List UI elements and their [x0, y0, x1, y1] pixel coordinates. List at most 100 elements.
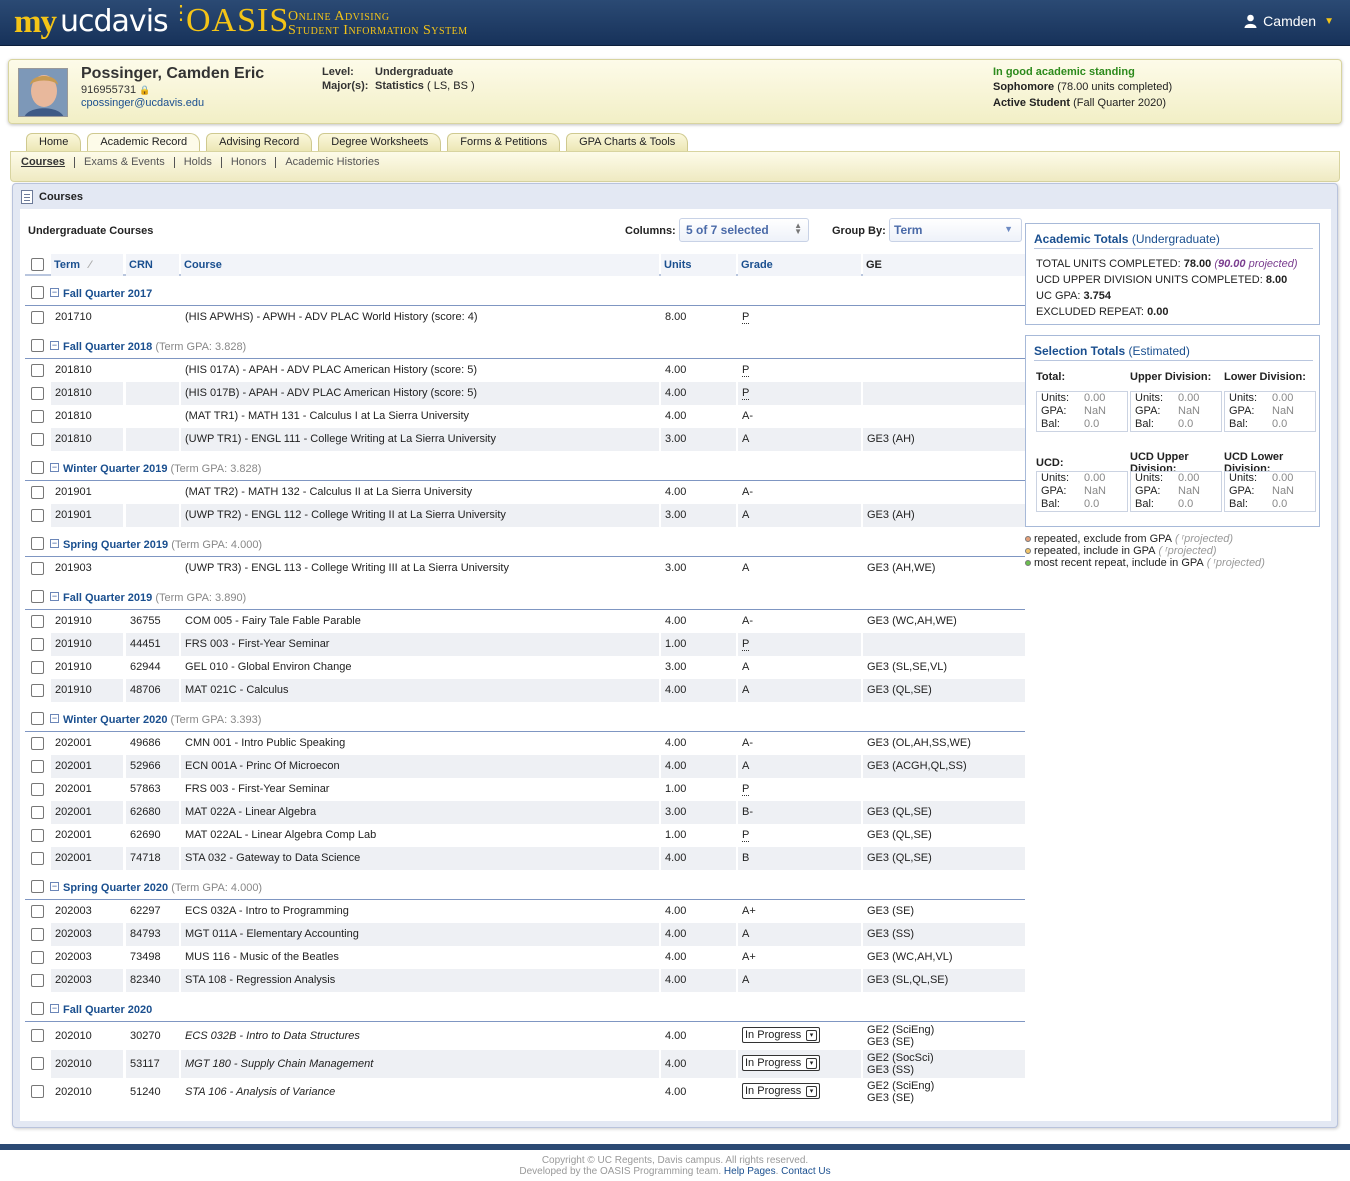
grade-select[interactable]: In Progress ▾ [742, 1055, 820, 1071]
chevron-down-icon[interactable]: ▼ [1324, 16, 1334, 27]
grade-select[interactable]: In Progress ▾ [742, 1027, 820, 1043]
row-checkbox[interactable] [31, 1085, 44, 1098]
header-course[interactable]: Course [181, 254, 659, 276]
term-group-name[interactable]: Fall Quarter 2018 (Term GPA: 3.828) [63, 341, 246, 353]
table-row[interactable]: 201710 (HIS APWHS) - APWH - ADV PLAC Worl… [25, 306, 1025, 329]
row-checkbox[interactable] [31, 1057, 44, 1070]
term-group-name[interactable]: Fall Quarter 2019 (Term GPA: 3.890) [63, 592, 246, 604]
row-checkbox[interactable] [31, 806, 44, 819]
collapse-icon[interactable]: − [50, 288, 59, 297]
group-checkbox[interactable] [31, 461, 44, 474]
header-grade[interactable]: Grade [738, 254, 861, 276]
collapse-icon[interactable]: − [50, 882, 59, 891]
row-checkbox[interactable] [31, 486, 44, 499]
tab-advising-record[interactable]: Advising Record [206, 133, 313, 151]
header-crn[interactable]: CRN [126, 254, 179, 276]
table-row[interactable]: 202010 51240 STA 106 - Analysis of Varianc… [25, 1078, 1025, 1106]
table-row[interactable]: 202010 53117 MGT 180 - Supply Chain Manage… [25, 1050, 1025, 1078]
row-checkbox[interactable] [31, 684, 44, 697]
table-row[interactable]: 202001 74718 STA 032 - Gateway to Data Sci… [25, 847, 1025, 870]
term-group-name[interactable]: Spring Quarter 2020 (Term GPA: 4.000) [63, 882, 262, 894]
table-row[interactable]: 202010 30270 ECS 032B - Intro to Data Stru… [25, 1022, 1025, 1050]
group-checkbox[interactable] [31, 880, 44, 893]
term-group-name[interactable]: Fall Quarter 2020 [63, 1004, 152, 1016]
contact-us-link[interactable]: Contact Us [781, 1166, 830, 1177]
subnav-holds[interactable]: Holds [173, 157, 221, 168]
user-name[interactable]: Camden [1263, 13, 1316, 29]
group-by-select[interactable]: Term ▼ [889, 218, 1022, 242]
table-row[interactable]: 202003 82340 STA 108 - Regression Analysis… [25, 969, 1025, 992]
collapse-icon[interactable]: − [50, 463, 59, 472]
row-checkbox[interactable] [31, 311, 44, 324]
subnav-academic-histories[interactable]: Academic Histories [275, 157, 388, 168]
row-checkbox[interactable] [31, 852, 44, 865]
collapse-icon[interactable]: − [50, 714, 59, 723]
row-checkbox[interactable] [31, 509, 44, 522]
term-name[interactable]: Spring Quarter 2020 [63, 882, 168, 894]
group-checkbox[interactable] [31, 712, 44, 725]
table-row[interactable]: 201901 (UWP TR2) - ENGL 112 - College Wri… [25, 504, 1025, 527]
lock-icon[interactable]: 🔒 [139, 85, 150, 95]
term-group-name[interactable]: Spring Quarter 2019 (Term GPA: 4.000) [63, 539, 262, 551]
table-row[interactable]: 201810 (HIS 017A) - APAH - ADV PLAC Ameri… [25, 359, 1025, 382]
table-row[interactable]: 201810 (MAT TR1) - MATH 131 - Calculus I … [25, 405, 1025, 428]
term-name[interactable]: Spring Quarter 2019 [63, 539, 168, 551]
select-all-checkbox[interactable] [31, 258, 44, 271]
term-group-name[interactable]: Fall Quarter 2017 [63, 288, 152, 300]
table-row[interactable]: 201910 44451 FRS 003 - First-Year Seminar 1… [25, 633, 1025, 656]
term-name[interactable]: Fall Quarter 2018 [63, 341, 152, 353]
tab-academic-record[interactable]: Academic Record [87, 133, 201, 151]
group-checkbox[interactable] [31, 590, 44, 603]
table-row[interactable]: 202003 62297 ECS 032A - Intro to Programmi… [25, 900, 1025, 923]
term-name[interactable]: Winter Quarter 2019 [63, 463, 167, 475]
row-checkbox[interactable] [31, 638, 44, 651]
user-menu[interactable]: Camden ▼ [1244, 13, 1334, 29]
row-checkbox[interactable] [31, 760, 44, 773]
collapse-icon[interactable]: − [50, 341, 59, 350]
table-row[interactable]: 202003 84793 MGT 011A - Elementary Account… [25, 923, 1025, 946]
table-row[interactable]: 201903 (UWP TR3) - ENGL 113 - College Wri… [25, 557, 1025, 580]
row-checkbox[interactable] [31, 951, 44, 964]
row-checkbox[interactable] [31, 615, 44, 628]
term-group-name[interactable]: Winter Quarter 2019 (Term GPA: 3.828) [63, 463, 261, 475]
subnav-courses[interactable]: Courses [21, 157, 74, 168]
group-checkbox[interactable] [31, 1002, 44, 1015]
table-row[interactable]: 201910 36755 COM 005 - Fairy Tale Fable Pa… [25, 610, 1025, 633]
table-row[interactable]: 201810 (UWP TR1) - ENGL 111 - College Wri… [25, 428, 1025, 451]
table-row[interactable]: 202001 62680 MAT 022A - Linear Algebra 3.00… [25, 801, 1025, 824]
row-checkbox[interactable] [31, 737, 44, 750]
tab-forms-petitions[interactable]: Forms & Petitions [447, 133, 561, 151]
table-row[interactable]: 202001 62690 MAT 022AL - Linear Algebra Co… [25, 824, 1025, 847]
collapse-icon[interactable]: − [50, 1004, 59, 1013]
tab-degree-worksheets[interactable]: Degree Worksheets [318, 133, 442, 151]
term-name[interactable]: Fall Quarter 2020 [63, 1004, 152, 1016]
subnav-honors[interactable]: Honors [220, 157, 275, 168]
row-checkbox[interactable] [31, 562, 44, 575]
term-group-name[interactable]: Winter Quarter 2020 (Term GPA: 3.393) [63, 714, 261, 726]
table-row[interactable]: 201910 62944 GEL 010 - Global Environ Chan… [25, 656, 1025, 679]
row-checkbox[interactable] [31, 1029, 44, 1042]
term-name[interactable]: Winter Quarter 2020 [63, 714, 167, 726]
student-email-link[interactable]: cpossinger@ucdavis.edu [81, 97, 204, 109]
row-checkbox[interactable] [31, 364, 44, 377]
collapse-icon[interactable]: − [50, 539, 59, 548]
tab-gpa-charts-tools[interactable]: GPA Charts & Tools [566, 133, 689, 151]
row-checkbox[interactable] [31, 661, 44, 674]
group-checkbox[interactable] [31, 339, 44, 352]
table-row[interactable]: 201901 (MAT TR2) - MATH 132 - Calculus II… [25, 481, 1025, 504]
table-row[interactable]: 201910 48706 MAT 021C - Calculus 4.00 A GE3 (… [25, 679, 1025, 702]
row-checkbox[interactable] [31, 433, 44, 446]
row-checkbox[interactable] [31, 410, 44, 423]
tab-home[interactable]: Home [26, 133, 82, 151]
group-checkbox[interactable] [31, 286, 44, 299]
table-row[interactable]: 202001 49686 CMN 001 - Intro Public Speaki… [25, 732, 1025, 755]
term-name[interactable]: Fall Quarter 2017 [63, 288, 152, 300]
row-checkbox[interactable] [31, 829, 44, 842]
subnav-exams-events[interactable]: Exams & Events [74, 157, 174, 168]
row-checkbox[interactable] [31, 974, 44, 987]
table-row[interactable]: 202001 52966 ECN 001A - Princ Of Microecon… [25, 755, 1025, 778]
table-row[interactable]: 201810 (HIS 017B) - APAH - ADV PLAC Ameri… [25, 382, 1025, 405]
columns-select[interactable]: 5 of 7 selected ▲ ▼ [679, 218, 809, 242]
table-row[interactable]: 202001 57863 FRS 003 - First-Year Seminar 1… [25, 778, 1025, 801]
help-pages-link[interactable]: Help Pages [724, 1166, 776, 1177]
